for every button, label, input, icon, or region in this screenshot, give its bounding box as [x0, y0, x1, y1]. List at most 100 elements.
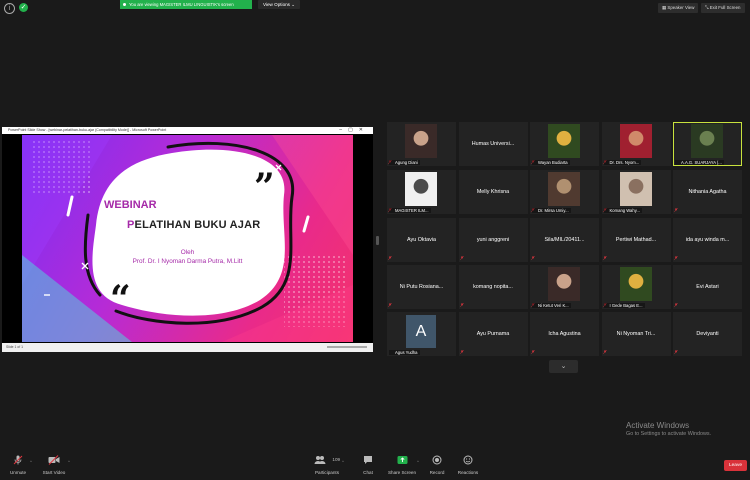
record-icon: [427, 455, 447, 467]
participant-tile[interactable]: MAGISTER ILM...: [387, 170, 456, 214]
mic-off-icon: [388, 303, 392, 308]
participant-tile[interactable]: Ni Ketut Veri K...: [530, 265, 599, 309]
participant-tile[interactable]: Icha Agustina: [530, 312, 599, 356]
activate-windows-watermark: Activate Windows Go to Settings to activ…: [626, 421, 711, 437]
video-gallery: Agung Diani Humas Universi... Wayan Budiar…: [387, 122, 742, 356]
participant-name: Deviyanti: [696, 331, 719, 337]
participant-video: [691, 124, 723, 158]
smiley-icon: [456, 455, 480, 467]
participant-label: Dr. Drs. Nyom...: [603, 160, 642, 165]
participant-name: Ayu Purnama: [476, 331, 510, 337]
watermark-line2: Go to Settings to activate Windows.: [626, 431, 712, 437]
mic-off-icon: [674, 350, 678, 355]
avatar: A: [406, 315, 436, 348]
share-options-caret[interactable]: ^: [417, 459, 419, 464]
video-off-icon: [40, 455, 68, 467]
chevron-down-icon: ⌄: [291, 2, 296, 7]
chat-button[interactable]: Chat: [359, 455, 377, 475]
ppt-title-text: PowerPoint Slide Show - [webinar-pelatih…: [8, 128, 167, 132]
participant-label: Dr. Mirsa Umiy...: [532, 208, 571, 213]
zoom-slider[interactable]: [327, 346, 367, 348]
participant-tile[interactable]: Humas Universi...: [458, 122, 528, 166]
slide-title: WEBINAR: [104, 199, 157, 211]
participant-video: [405, 124, 437, 158]
slide-author: Prof. Dr. I Nyoman Darma Putra, M.Litt: [132, 258, 243, 265]
participant-tile[interactable]: komang nopita...: [458, 265, 528, 309]
start-video-button[interactable]: Start Video: [40, 455, 68, 475]
participant-tile[interactable]: yuni anggreni: [458, 218, 528, 262]
slide-by: Oleh: [180, 249, 195, 256]
participant-label: Agung Diani: [389, 160, 420, 165]
participant-name: ida ayu winda m...: [685, 237, 730, 243]
participant-name: Ni Nyoman Tri...: [616, 331, 656, 337]
participant-tile[interactable]: Ayu Oktavia: [387, 218, 456, 262]
mic-off-icon: [459, 303, 464, 308]
grid-icon: ▦: [662, 5, 667, 10]
participant-name: Humas Universi...: [471, 141, 515, 147]
chat-icon: [359, 455, 377, 467]
video-options-caret[interactable]: ^: [68, 459, 70, 464]
mic-off-icon: [602, 350, 607, 355]
participant-label: Komang Wahy...: [603, 208, 642, 213]
unmute-button[interactable]: Unmute: [6, 455, 30, 475]
share-screen-button[interactable]: Share Screen: [387, 455, 417, 475]
participant-video: [548, 172, 580, 206]
view-options-button[interactable]: View Options ⌄: [258, 0, 301, 9]
mic-off-icon: [674, 256, 678, 261]
participant-tile[interactable]: A.A.G. SUARJAYA (...: [673, 122, 742, 166]
unmute-label: Unmute: [9, 470, 27, 475]
speaker-view-button[interactable]: ▦ Speaker View: [658, 3, 699, 13]
participant-tile[interactable]: Deviyanti: [673, 312, 742, 356]
participant-video: [619, 172, 652, 206]
participant-tile[interactable]: Komang Wahy...: [601, 170, 671, 214]
participants-button[interactable]: 109 Participants: [313, 455, 341, 475]
participant-video: [619, 267, 652, 301]
ppt-statusbar: Slide 1 of 1: [2, 343, 373, 352]
participant-tile[interactable]: I Gede Bagas E...: [601, 265, 671, 309]
participant-tile[interactable]: Wayan Budiarta: [530, 122, 599, 166]
participant-tile[interactable]: Ni Nyoman Tri...: [601, 312, 671, 356]
audio-options-caret[interactable]: ^: [30, 459, 32, 464]
participant-name: Nithania Agatha: [688, 189, 727, 195]
participant-tile[interactable]: Melly Khrisna: [458, 170, 528, 214]
mic-off-icon: [6, 455, 30, 467]
info-icon[interactable]: i: [4, 3, 15, 14]
participant-video: [405, 172, 437, 206]
participants-label: Participants: [314, 470, 339, 475]
participants-caret[interactable]: ^: [342, 459, 344, 464]
participant-tile[interactable]: ida ayu winda m...: [673, 218, 742, 262]
participant-tile[interactable]: A Agus Yudha: [387, 312, 456, 356]
participant-tile[interactable]: Dr. Drs. Nyom...: [601, 122, 671, 166]
share-screen-icon: [387, 455, 417, 467]
participant-name: Melly Khrisna: [476, 189, 510, 195]
record-button[interactable]: Record: [427, 455, 447, 475]
participant-label: Wayan Budiarta: [532, 160, 570, 165]
mic-off-icon: [459, 350, 464, 355]
shield-icon[interactable]: ✓: [19, 3, 28, 12]
reactions-button[interactable]: Reactions: [456, 455, 480, 475]
participant-tile[interactable]: Ni Putu Rosiana...: [387, 265, 456, 309]
participant-name: Pertiwi Mathad...: [615, 237, 657, 243]
splitter-handle[interactable]: [376, 236, 379, 245]
participant-tile[interactable]: Agung Diani: [387, 122, 456, 166]
share-dot-icon: [123, 3, 126, 6]
participant-tile[interactable]: Ayu Purnama: [458, 312, 528, 356]
shared-screen: PowerPoint Slide Show - [webinar-pelatih…: [2, 127, 373, 352]
mic-off-icon: [531, 350, 535, 355]
participant-tile[interactable]: Nithania Agatha: [673, 170, 742, 214]
participant-label: A.A.G. SUARJAYA (...: [675, 160, 724, 165]
participants-icon: 109: [313, 455, 341, 467]
participant-tile[interactable]: Sila/MIL/20411...: [530, 218, 599, 262]
mic-off-icon: [531, 256, 535, 261]
speaker-view-label: Speaker View: [667, 5, 695, 10]
leave-button[interactable]: Leave: [724, 460, 747, 471]
exit-full-screen-button[interactable]: ⤡ Exit Full Screen: [701, 3, 745, 13]
participant-tile[interactable]: Dr. Mirsa Umiy...: [530, 170, 599, 214]
participant-label: Agus Yudha: [389, 350, 420, 355]
participant-tile[interactable]: Pertiwi Mathad...: [601, 218, 671, 262]
next-page-button[interactable]: ⌄: [549, 360, 578, 373]
participant-tile[interactable]: Evi Astari: [673, 265, 742, 309]
participant-name: Ayu Oktavia: [407, 237, 436, 243]
chevron-down-icon: ⌄: [560, 363, 567, 370]
exit-full-screen-label: Exit Full Screen: [709, 5, 741, 10]
